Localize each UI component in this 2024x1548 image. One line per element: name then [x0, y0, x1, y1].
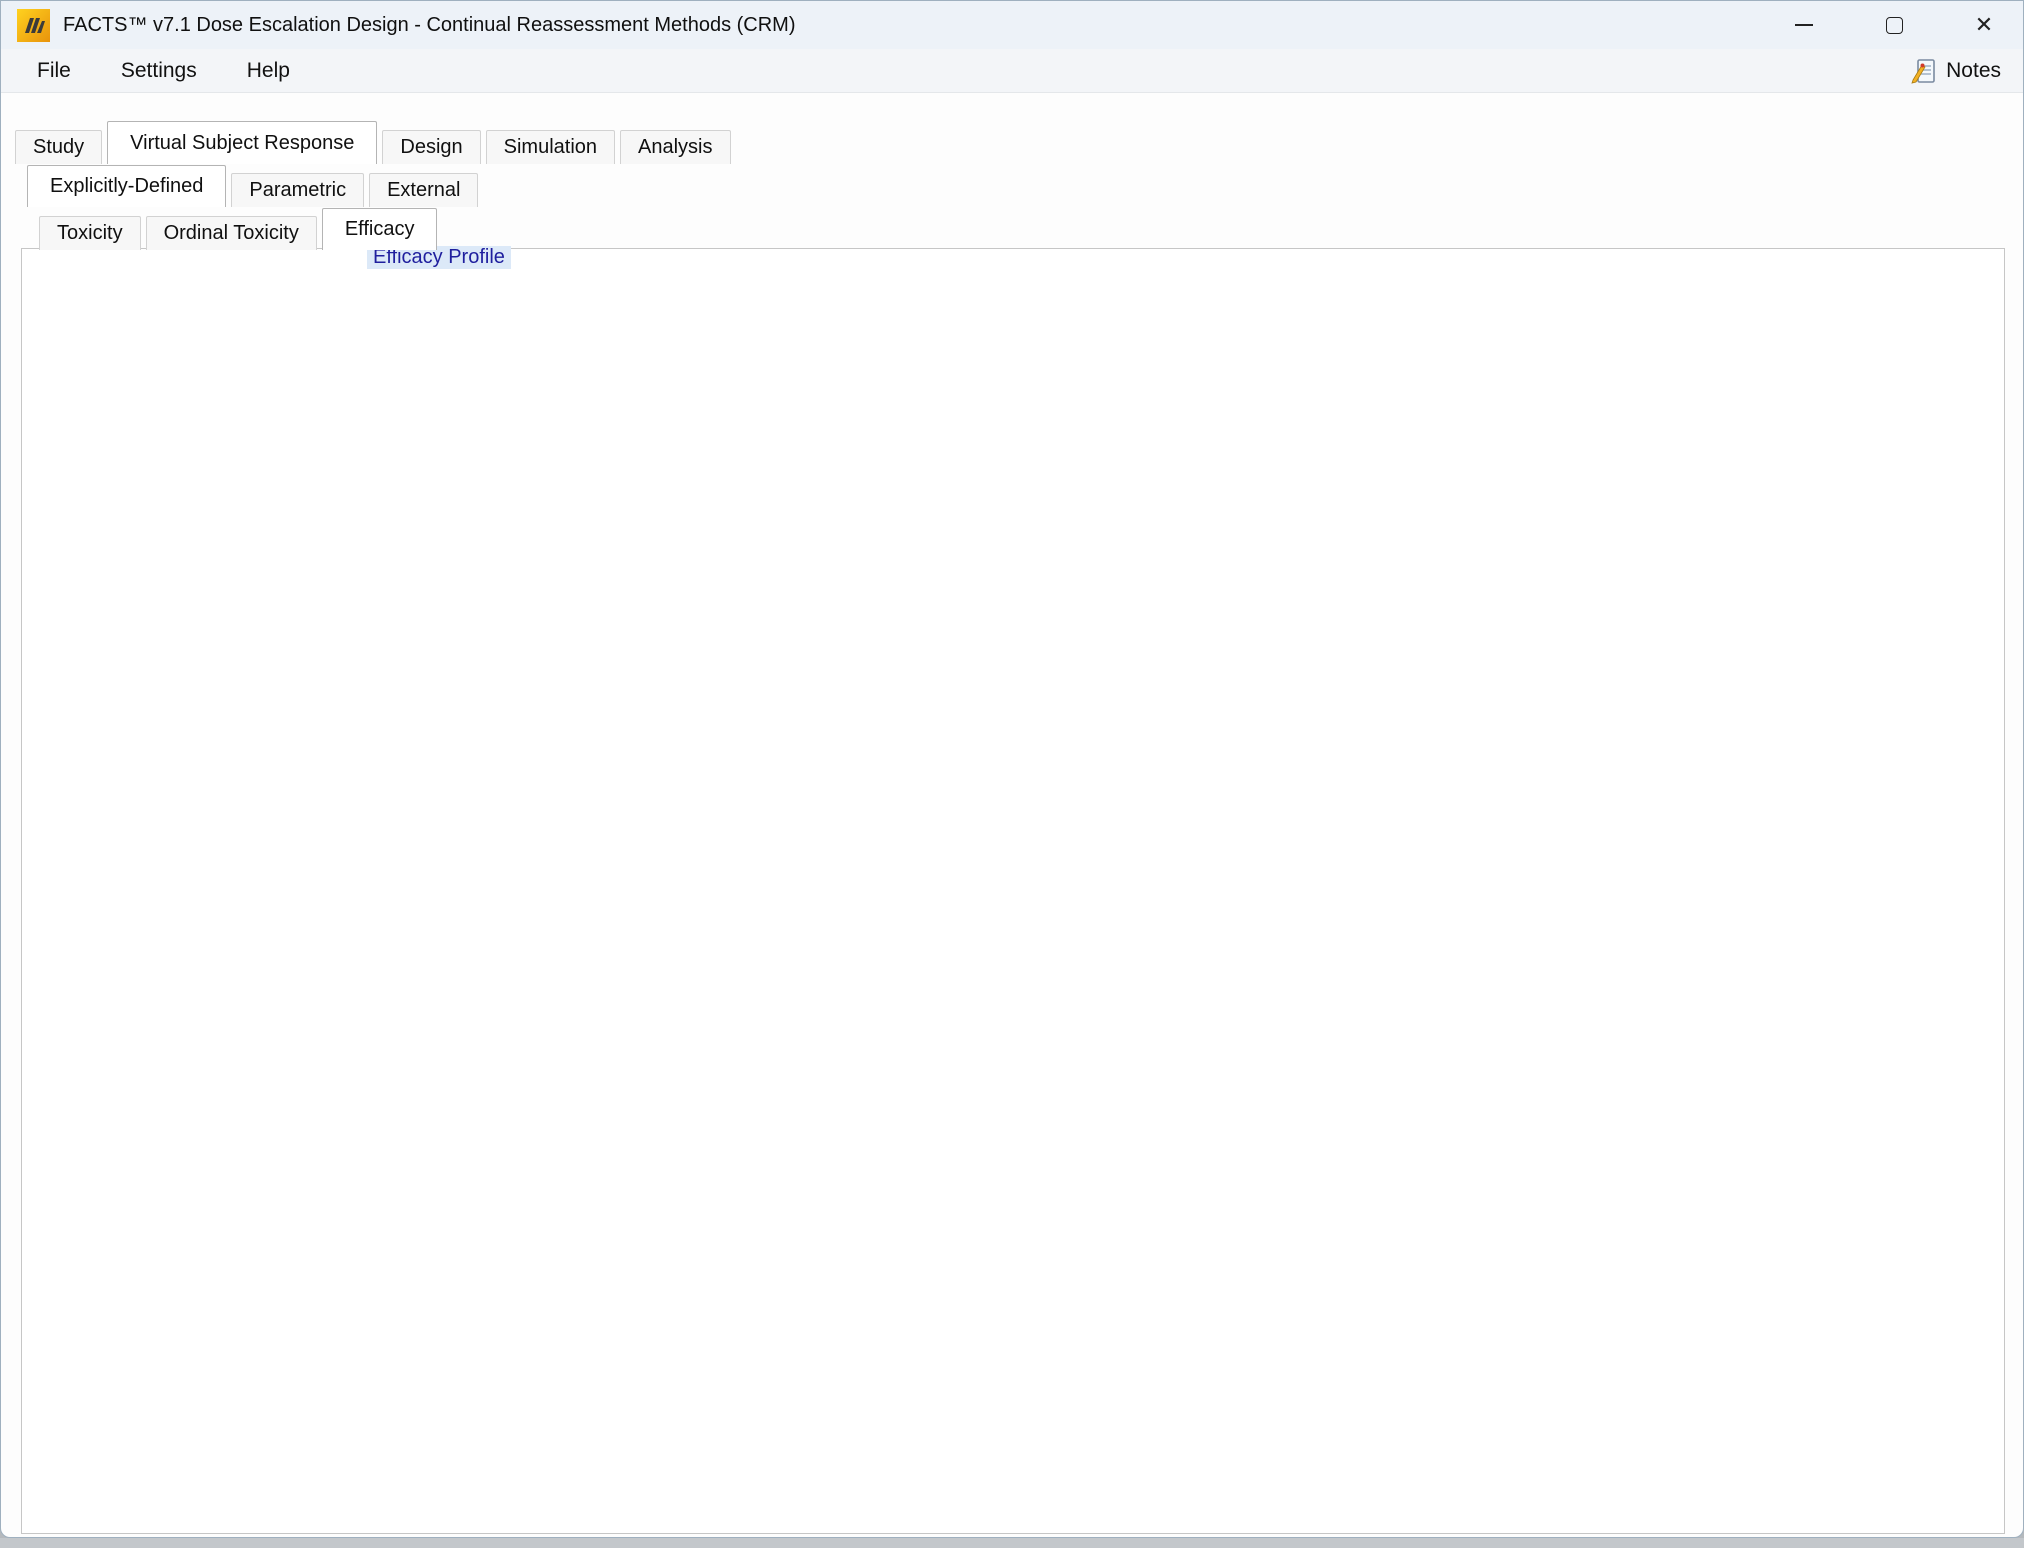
minimize-icon	[1795, 24, 1813, 26]
tab-explicitly-defined[interactable]: Explicitly-Defined	[27, 165, 226, 207]
menu-file[interactable]: File	[19, 59, 89, 83]
tab-study[interactable]: Study	[15, 130, 102, 164]
tab-ordinal-toxicity[interactable]: Ordinal Toxicity	[146, 216, 317, 250]
title-bar: FACTS™ v7.1 Dose Escalation Design - Con…	[1, 1, 2023, 49]
close-button[interactable]: ✕	[1953, 1, 2015, 49]
main-tabs: Study Virtual Subject Response Design Si…	[15, 121, 736, 164]
response-tabs: Toxicity Ordinal Toxicity Efficacy	[39, 208, 442, 250]
tab-design[interactable]: Design	[382, 130, 480, 164]
menu-settings[interactable]: Settings	[103, 59, 215, 83]
menu-help[interactable]: Help	[229, 59, 308, 83]
menu-bar: File Settings Help Notes	[1, 49, 2023, 93]
maximize-icon	[1886, 17, 1903, 34]
window-controls: ✕	[1745, 1, 2015, 49]
app-icon	[17, 9, 50, 42]
minimize-button[interactable]	[1773, 1, 1835, 49]
tab-virtual-subject-response[interactable]: Virtual Subject Response	[107, 121, 377, 164]
tab-analysis[interactable]: Analysis	[620, 130, 730, 164]
app-window: FACTS™ v7.1 Dose Escalation Design - Con…	[0, 0, 2024, 1538]
tab-parametric[interactable]: Parametric	[231, 173, 364, 207]
close-icon: ✕	[1975, 14, 1993, 36]
tab-efficacy[interactable]: Efficacy	[322, 208, 438, 250]
maximize-button[interactable]	[1863, 1, 1925, 49]
tab-simulation[interactable]: Simulation	[486, 130, 615, 164]
window-title: FACTS™ v7.1 Dose Escalation Design - Con…	[63, 14, 796, 37]
vsr-tabs: Explicitly-Defined Parametric External	[27, 165, 483, 207]
screen: FACTS™ v7.1 Dose Escalation Design - Con…	[0, 0, 2024, 1548]
content-area	[21, 248, 2005, 1534]
tab-external[interactable]: External	[369, 173, 478, 207]
taskbar-sliver	[0, 1538, 2024, 1548]
notepad-pencil-icon	[1910, 57, 1938, 85]
tab-toxicity[interactable]: Toxicity	[39, 216, 141, 250]
notes-button[interactable]: Notes	[1910, 49, 2001, 93]
notes-label: Notes	[1946, 59, 2001, 83]
